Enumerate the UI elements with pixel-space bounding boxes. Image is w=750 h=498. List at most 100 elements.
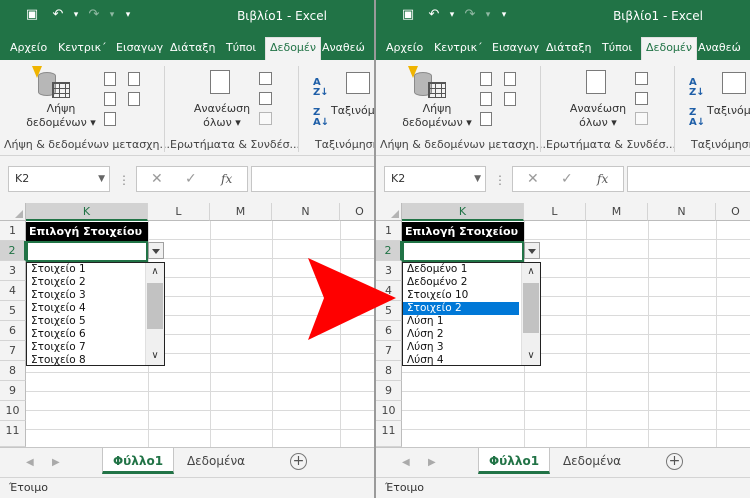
list-item[interactable]: Στοιχείο 2 xyxy=(27,276,164,289)
column-header-m[interactable]: M xyxy=(586,203,648,221)
chevron-down-icon[interactable]: ∨ xyxy=(146,348,164,364)
sort-descending-icon[interactable]: Z A↓ xyxy=(689,108,705,128)
list-item[interactable]: Στοιχείο 7 xyxy=(27,341,164,354)
list-item[interactable]: Στοιχείο 1 xyxy=(27,263,164,276)
insert-function-icon[interactable]: fx xyxy=(221,172,232,186)
tab-review[interactable]: Αναθεώ xyxy=(698,38,741,60)
list-item[interactable]: Στοιχείο 3 xyxy=(27,289,164,302)
sort-ascending-icon[interactable]: A Z↓ xyxy=(313,78,329,98)
sort-dialog-icon[interactable] xyxy=(722,72,746,94)
existing-connections-icon[interactable] xyxy=(128,92,140,106)
sheet-tab-data[interactable]: Δεδομένα xyxy=(552,448,632,474)
scroll-sheets-right-icon[interactable]: ▶ xyxy=(52,457,60,468)
sort-dialog-icon[interactable] xyxy=(346,72,370,94)
row-header[interactable]: 5 xyxy=(0,301,26,321)
scroll-sheets-left-icon[interactable]: ◀ xyxy=(402,457,410,468)
tab-insert[interactable]: Εισαγωγ xyxy=(116,38,163,60)
name-box[interactable]: K2 ▼ xyxy=(384,166,486,192)
row-header[interactable]: 1 xyxy=(0,221,26,241)
column-header-k[interactable]: K xyxy=(402,203,524,221)
list-item-highlighted[interactable]: Στοιχείο 2 xyxy=(403,302,519,315)
row-header[interactable]: 4 xyxy=(0,281,26,301)
sheet-tab-sheet1[interactable]: Φύλλο1 xyxy=(102,448,174,474)
column-header-n[interactable]: N xyxy=(648,203,716,221)
chevron-down-icon[interactable]: ▼ xyxy=(474,167,481,191)
row-header[interactable]: 11 xyxy=(0,421,26,447)
list-item[interactable]: Λύση 1 xyxy=(403,315,540,328)
row-header[interactable]: 1 xyxy=(376,221,402,241)
validation-dropdown-list[interactable]: Δεδομένο 1 Δεδομένο 2 Στοιχείο 10 Στοιχε… xyxy=(402,262,541,366)
queries-icon[interactable] xyxy=(259,72,272,85)
list-item[interactable]: Στοιχείο 8 xyxy=(27,354,164,365)
from-table-icon[interactable] xyxy=(104,112,116,126)
check-icon[interactable]: ✓ xyxy=(561,171,573,187)
active-cell[interactable] xyxy=(402,241,524,262)
tab-home[interactable]: Κεντρικ΄ xyxy=(58,38,107,60)
formula-input[interactable] xyxy=(627,166,750,192)
sort-ascending-icon[interactable]: A Z↓ xyxy=(689,78,705,98)
properties-icon[interactable] xyxy=(259,92,272,105)
sheet-tab-sheet1[interactable]: Φύλλο1 xyxy=(478,448,550,474)
dropdown-button[interactable] xyxy=(524,242,540,259)
chevron-up-icon[interactable]: ∧ xyxy=(146,264,164,280)
formula-bar-grip-icon[interactable]: ⋮ xyxy=(118,173,130,187)
tab-data[interactable]: Δεδομέν xyxy=(641,37,698,60)
row-header[interactable]: 8 xyxy=(0,361,26,381)
list-item[interactable]: Λύση 4 xyxy=(403,354,540,365)
column-header-m[interactable]: M xyxy=(210,203,272,221)
scroll-sheets-left-icon[interactable]: ◀ xyxy=(26,457,34,468)
header-cell-select-item[interactable]: Επιλογή Στοιχείου xyxy=(402,222,524,241)
from-web-icon[interactable] xyxy=(104,92,116,106)
from-table-icon[interactable] xyxy=(480,112,492,126)
add-sheet-icon[interactable]: + xyxy=(290,453,307,470)
refresh-all-button[interactable]: Ανανέωση όλων ▾ xyxy=(188,64,256,136)
sort-button-label[interactable]: Ταξινόμ xyxy=(331,104,374,118)
tab-layout[interactable]: Διάταξη xyxy=(170,38,215,60)
list-item[interactable]: Στοιχείο 4 xyxy=(27,302,164,315)
tab-layout[interactable]: Διάταξη xyxy=(546,38,591,60)
column-header-k[interactable]: K xyxy=(26,203,148,221)
select-all-corner[interactable] xyxy=(376,203,402,221)
scrollbar-thumb[interactable] xyxy=(523,283,539,333)
from-web-icon[interactable] xyxy=(480,92,492,106)
recent-sources-icon[interactable] xyxy=(128,72,140,86)
sort-descending-icon[interactable]: Z A↓ xyxy=(313,108,329,128)
row-header[interactable]: 6 xyxy=(0,321,26,341)
tab-formulas[interactable]: Τύποι xyxy=(226,38,256,60)
column-header-l[interactable]: L xyxy=(524,203,586,221)
list-item[interactable]: Στοιχείο 10 xyxy=(403,289,540,302)
column-header-l[interactable]: L xyxy=(148,203,210,221)
chevron-down-icon[interactable]: ∨ xyxy=(522,348,540,364)
validation-dropdown-list[interactable]: Στοιχείο 1 Στοιχείο 2 Στοιχείο 3 Στοιχεί… xyxy=(26,262,165,366)
tab-formulas[interactable]: Τύποι xyxy=(602,38,632,60)
list-item[interactable]: Στοιχείο 6 xyxy=(27,328,164,341)
row-header[interactable]: 11 xyxy=(376,421,402,447)
row-header[interactable]: 3 xyxy=(0,261,26,281)
list-item[interactable]: Λύση 2 xyxy=(403,328,540,341)
queries-icon[interactable] xyxy=(635,72,648,85)
recent-sources-icon[interactable] xyxy=(504,72,516,86)
dropdown-scrollbar[interactable]: ∧ ∨ xyxy=(521,263,540,365)
row-header[interactable]: 9 xyxy=(376,381,402,401)
row-header[interactable]: 9 xyxy=(0,381,26,401)
scroll-sheets-right-icon[interactable]: ▶ xyxy=(428,457,436,468)
row-header[interactable]: 10 xyxy=(376,401,402,421)
check-icon[interactable]: ✓ xyxy=(185,171,197,187)
add-sheet-icon[interactable]: + xyxy=(666,453,683,470)
list-item[interactable]: Δεδομένο 2 xyxy=(403,276,540,289)
tab-home[interactable]: Κεντρικ΄ xyxy=(434,38,483,60)
list-item[interactable]: Λύση 3 xyxy=(403,341,540,354)
tab-data[interactable]: Δεδομέν xyxy=(265,37,322,60)
chevron-up-icon[interactable]: ∧ xyxy=(522,264,540,280)
formula-bar-grip-icon[interactable]: ⋮ xyxy=(494,173,506,187)
properties-icon[interactable] xyxy=(635,92,648,105)
edit-links-icon[interactable] xyxy=(259,112,272,125)
sort-button-label[interactable]: Ταξινόμι xyxy=(707,104,750,118)
list-item[interactable]: Δεδομένο 1 xyxy=(403,263,540,276)
close-icon[interactable]: ✕ xyxy=(527,171,539,187)
scrollbar-thumb[interactable] xyxy=(147,283,163,329)
refresh-all-button[interactable]: Ανανέωση όλων ▾ xyxy=(564,64,632,136)
name-box[interactable]: K2 ▼ xyxy=(8,166,110,192)
get-data-button[interactable]: Λήψη δεδομένων ▾ xyxy=(402,64,472,136)
dropdown-button[interactable] xyxy=(148,242,164,259)
